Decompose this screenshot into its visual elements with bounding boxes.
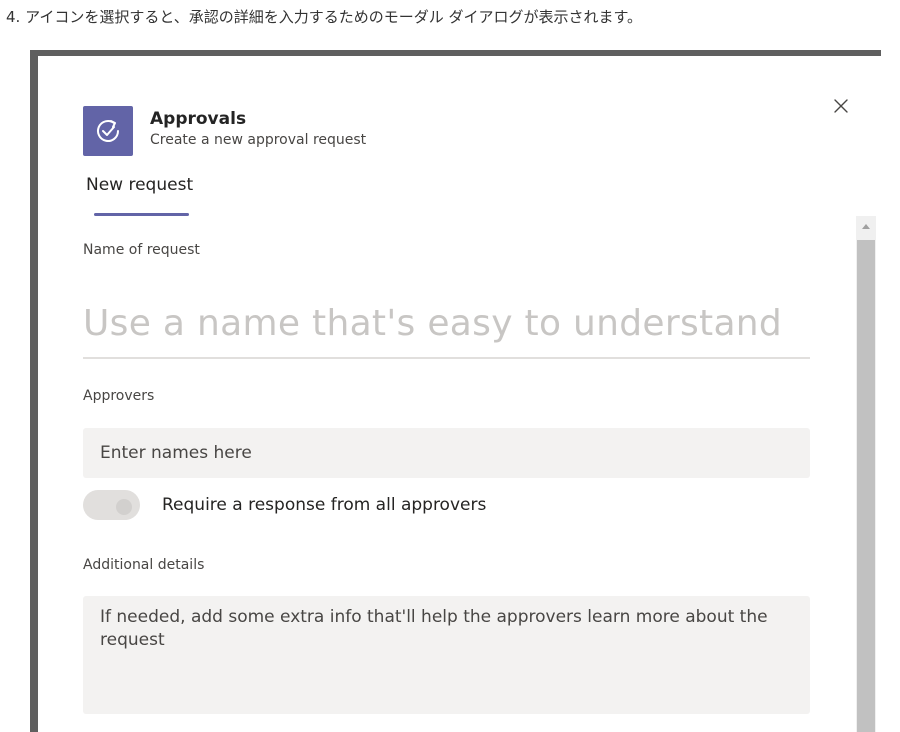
scrollbar-thumb[interactable]: [857, 240, 875, 732]
scroll-up-arrow-icon: [862, 224, 870, 229]
form-content: Name of request Use a name that's easy t…: [38, 216, 858, 732]
approvers-input[interactable]: Enter names here: [83, 428, 810, 478]
toggle-knob: [116, 499, 132, 515]
caption-text: 4. アイコンを選択すると、承認の詳細を入力するためのモーダル ダイアログが表示…: [6, 8, 643, 26]
tab-new-request[interactable]: New request: [86, 175, 193, 195]
approvals-check-icon: [83, 106, 133, 156]
name-of-request-input[interactable]: Use a name that's easy to understand: [83, 291, 810, 359]
require-all-toggle[interactable]: [83, 490, 140, 520]
modal-backdrop: Approvals Create a new approval request …: [30, 50, 881, 732]
additional-details-textarea[interactable]: If needed, add some extra info that'll h…: [83, 596, 810, 714]
require-all-label: Require a response from all approvers: [162, 495, 487, 515]
scroll-up-button[interactable]: [856, 216, 876, 236]
additional-details-label: Additional details: [83, 557, 205, 573]
approvals-dialog: Approvals Create a new approval request …: [38, 56, 881, 732]
name-of-request-label: Name of request: [83, 242, 200, 258]
approvers-label: Approvers: [83, 388, 155, 404]
close-button[interactable]: [827, 92, 855, 120]
close-icon: [834, 99, 848, 113]
app-title: Approvals: [150, 109, 247, 129]
app-subtitle: Create a new approval request: [150, 132, 367, 148]
vertical-scrollbar[interactable]: [856, 216, 876, 732]
